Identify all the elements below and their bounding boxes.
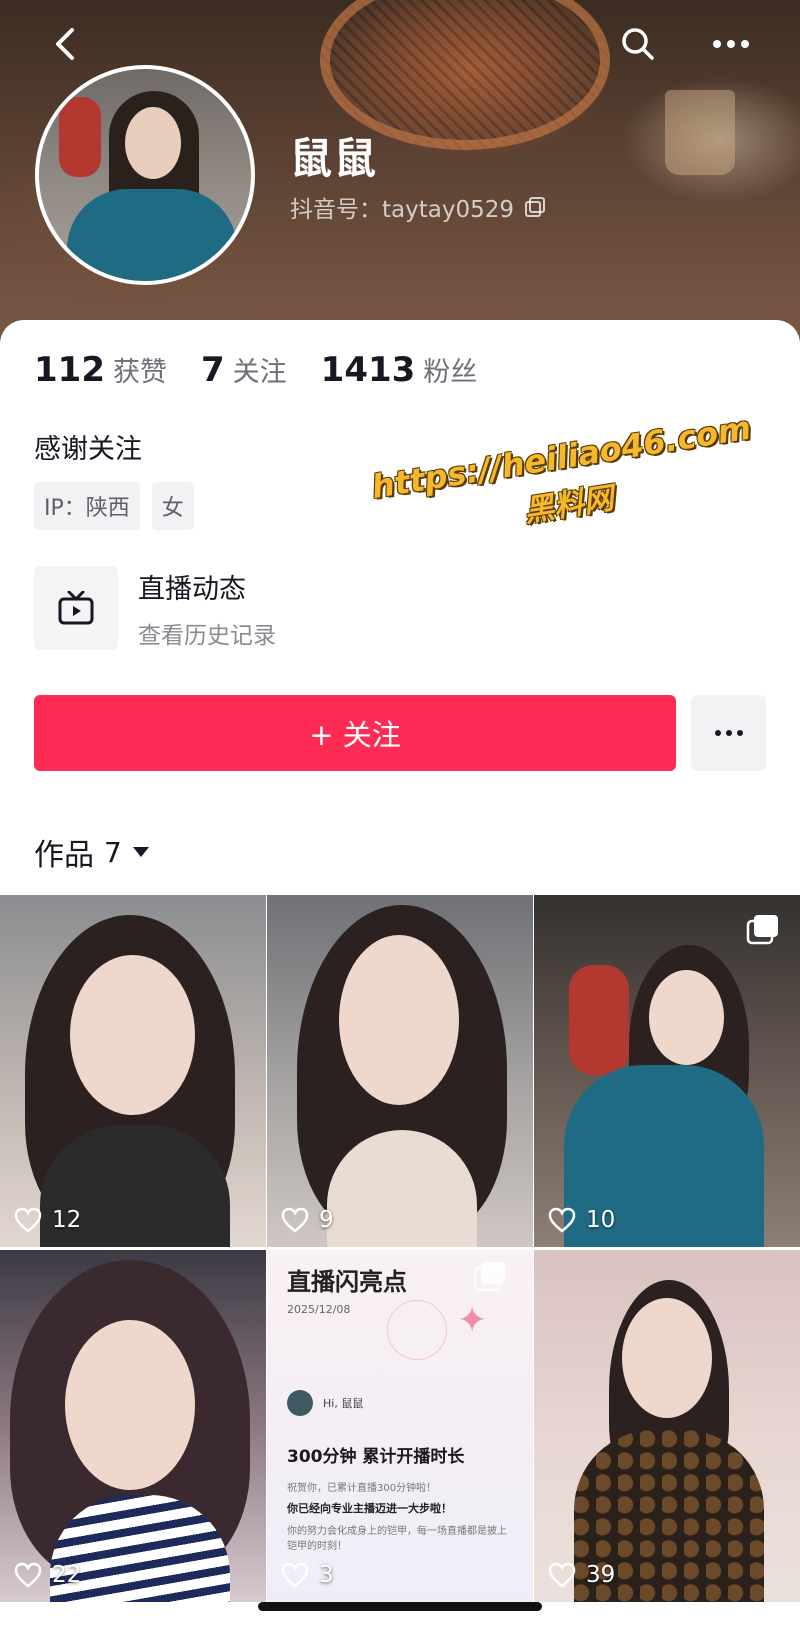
ellipsis-icon <box>714 730 743 736</box>
tile-likes-count: 12 <box>52 1207 82 1233</box>
poster-avatar <box>287 1390 313 1416</box>
avatar-face <box>125 107 181 179</box>
tile-likes: 22 <box>14 1562 81 1588</box>
home-indicator[interactable] <box>258 1602 542 1611</box>
poster-circle-decoration <box>387 1300 447 1360</box>
tv-icon <box>58 591 94 625</box>
works-grid: 12 9 10 22 ✦ 直播闪亮点 2025/12/08 Hi, 鼠鼠 300… <box>0 895 800 1602</box>
poster-line-1: 祝贺你，已累计直播300分钟啦！ <box>287 1483 437 1494</box>
stat-following[interactable]: 7 关注 <box>201 350 287 390</box>
profile-nickname: 鼠鼠 <box>290 134 379 183</box>
dropdown-icon <box>132 847 149 857</box>
heart-icon <box>548 1207 576 1233</box>
profile-bio: 感谢关注 <box>34 434 142 465</box>
video-tile[interactable]: 10 <box>534 895 800 1247</box>
multi-image-icon <box>473 1262 505 1292</box>
stat-likes-value: 112 <box>34 350 105 390</box>
video-tile[interactable]: 22 <box>0 1250 266 1602</box>
stat-likes[interactable]: 112 获赞 <box>34 350 167 390</box>
stat-following-value: 7 <box>200 350 225 390</box>
tile-likes-count: 22 <box>52 1562 82 1588</box>
profile-tags: IP：陕西 女 <box>34 482 194 530</box>
tile-likes: 9 <box>281 1207 334 1233</box>
copy-icon[interactable] <box>524 196 546 218</box>
tag-gender: 女 <box>151 482 194 530</box>
banner-cup-image <box>665 90 735 175</box>
tile-likes-count: 39 <box>586 1562 616 1588</box>
live-title: 直播动态 <box>138 573 246 605</box>
live-icon-box <box>34 566 118 650</box>
tile-likes: 12 <box>14 1207 81 1233</box>
live-history-entry[interactable]: 直播动态 查看历史记录 <box>34 566 276 650</box>
search-icon <box>622 28 654 60</box>
heart-icon <box>548 1562 576 1588</box>
tile-background-person <box>569 965 629 1075</box>
tile-figure-face <box>649 970 724 1065</box>
poster-headline: 300分钟 累计开播时长 <box>287 1447 465 1467</box>
works-tab-label: 作品 <box>34 838 94 873</box>
tile-likes-count: 10 <box>586 1207 616 1233</box>
video-tile[interactable]: 39 <box>534 1250 800 1602</box>
poster-greeting-row: Hi, 鼠鼠 <box>287 1390 513 1416</box>
video-tile[interactable]: ✦ 直播闪亮点 2025/12/08 Hi, 鼠鼠 300分钟 累计开播时长 祝… <box>267 1250 533 1602</box>
poster-line-2: 你已经向专业主播迈进一大步啦！ <box>287 1502 452 1515</box>
video-tile[interactable]: 12 <box>0 895 266 1247</box>
sparkle-icon: ✦ <box>457 1300 488 1341</box>
stat-following-label: 关注 <box>232 357 287 388</box>
tile-figure-face <box>622 1298 712 1418</box>
tile-likes: 10 <box>548 1207 615 1233</box>
heart-icon <box>281 1562 309 1588</box>
live-text: 直播动态 查看历史记录 <box>138 567 276 650</box>
more-icon <box>713 40 749 48</box>
works-count: 7 <box>104 835 122 869</box>
stat-followers[interactable]: 1413 粉丝 <box>321 350 478 390</box>
watermark: https://heiliao46.com 黑料网 <box>361 407 770 555</box>
more-actions-button[interactable] <box>691 695 766 771</box>
heart-icon <box>14 1207 42 1233</box>
stat-followers-label: 粉丝 <box>423 357 478 388</box>
tile-likes: 39 <box>548 1562 615 1588</box>
stat-likes-label: 获赞 <box>112 357 167 388</box>
search-button[interactable] <box>616 22 660 66</box>
video-tile[interactable]: 9 <box>267 895 533 1247</box>
more-menu-button[interactable] <box>709 22 753 66</box>
avatar[interactable] <box>35 65 255 285</box>
works-tab[interactable]: 作品 7 <box>34 830 150 874</box>
stats-row: 112 获赞 7 关注 1413 粉丝 <box>34 350 477 390</box>
multi-image-icon <box>746 915 778 945</box>
douyin-id-text: 抖音号：taytay0529 <box>290 197 514 223</box>
live-milestone-poster: ✦ 直播闪亮点 2025/12/08 Hi, 鼠鼠 300分钟 累计开播时长 祝… <box>267 1250 533 1602</box>
profile-card: 112 获赞 7 关注 1413 粉丝 感谢关注 IP：陕西 女 https:/… <box>0 320 800 1627</box>
heart-icon <box>281 1207 309 1233</box>
tag-ip-location: IP：陕西 <box>34 482 140 530</box>
tile-likes: 3 <box>281 1562 334 1588</box>
poster-greeting: Hi, 鼠鼠 <box>323 1397 364 1410</box>
tile-figure-face <box>70 955 195 1115</box>
stat-followers-value: 1413 <box>320 350 416 390</box>
heart-icon <box>14 1562 42 1588</box>
live-subtitle: 查看历史记录 <box>138 622 276 649</box>
tile-figure-face <box>339 935 459 1105</box>
douyin-id-row[interactable]: 抖音号：taytay0529 <box>290 190 546 224</box>
avatar-sweater <box>67 189 237 281</box>
follow-button-label: + 关注 <box>309 718 401 752</box>
avatar-background-person <box>59 97 101 177</box>
back-button[interactable] <box>44 22 88 66</box>
tile-figure-face <box>65 1320 195 1490</box>
back-icon <box>56 28 74 60</box>
tile-likes-count: 3 <box>319 1562 334 1588</box>
tile-likes-count: 9 <box>319 1207 334 1233</box>
follow-button[interactable]: + 关注 <box>34 695 676 771</box>
poster-line-3: 你的努力会化成身上的铠甲，每一场直播都是披上铠甲的时刻！ <box>287 1526 507 1552</box>
